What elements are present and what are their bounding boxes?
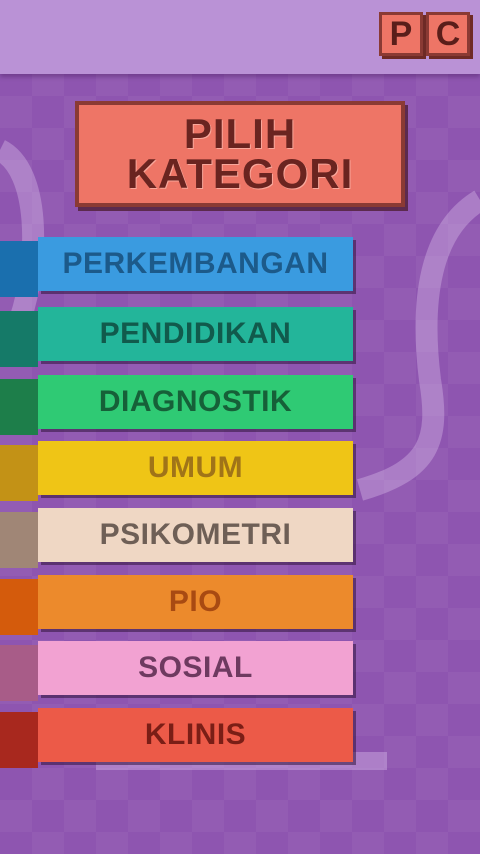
category-label: SOSIAL	[138, 651, 253, 684]
category-label: DIAGNOSTIK	[98, 385, 293, 418]
category-face[interactable]: UMUM	[38, 441, 353, 495]
category-button-pendidikan[interactable]: PENDIDIKAN	[0, 307, 356, 367]
category-label: UMUM	[147, 451, 244, 484]
category-face[interactable]: PIO	[38, 575, 353, 629]
category-stub	[0, 445, 38, 501]
category-label: KLINIS	[144, 718, 247, 751]
category-stub	[0, 311, 38, 367]
category-button-diagnostik[interactable]: DIAGNOSTIK	[0, 375, 356, 435]
category-stub	[0, 241, 38, 297]
category-stub	[0, 512, 38, 568]
category-face[interactable]: DIAGNOSTIK	[38, 375, 353, 429]
category-stub	[0, 379, 38, 435]
category-label: PERKEMBANGAN	[62, 247, 329, 280]
category-face[interactable]: PERKEMBANGAN	[38, 237, 353, 291]
category-label: PSIKOMETRI	[99, 518, 292, 551]
category-button-pio[interactable]: PIO	[0, 575, 356, 635]
logo-tile-p: P	[379, 12, 423, 56]
category-stub	[0, 712, 38, 768]
category-face[interactable]: PENDIDIKAN	[38, 307, 353, 361]
title-line-2: KATEGORI	[126, 150, 354, 197]
category-face[interactable]: KLINIS	[38, 708, 353, 762]
app-logo: P C	[379, 12, 470, 56]
category-button-sosial[interactable]: SOSIAL	[0, 641, 356, 701]
category-button-perkembangan[interactable]: PERKEMBANGAN	[0, 237, 356, 297]
logo-tile-c: C	[426, 12, 470, 56]
category-label: PENDIDIKAN	[99, 317, 292, 350]
category-stub	[0, 579, 38, 635]
page-title: PILIH KATEGORI	[75, 101, 405, 207]
top-bar: P C	[0, 0, 480, 74]
category-face[interactable]: SOSIAL	[38, 641, 353, 695]
category-label: PIO	[168, 585, 223, 618]
category-button-umum[interactable]: UMUM	[0, 441, 356, 501]
category-face[interactable]: PSIKOMETRI	[38, 508, 353, 562]
category-button-psikometri[interactable]: PSIKOMETRI	[0, 508, 356, 568]
title-line-1: PILIH	[183, 110, 297, 157]
category-button-klinis[interactable]: KLINIS	[0, 708, 356, 768]
category-stub	[0, 645, 38, 701]
